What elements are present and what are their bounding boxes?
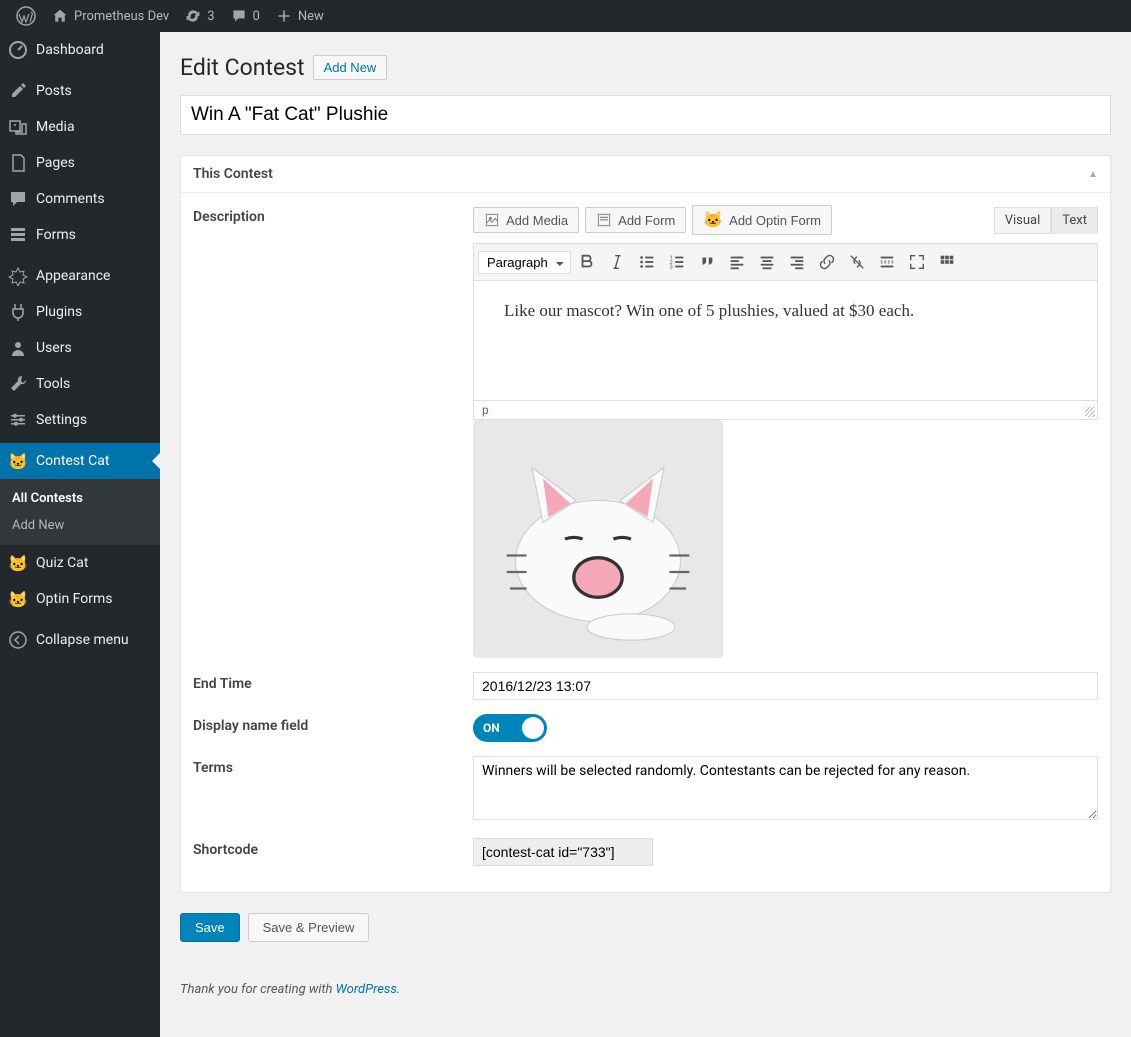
add-new-button[interactable]: Add New (313, 55, 388, 80)
panel-heading-text: This Contest (193, 166, 273, 182)
terms-label: Terms (193, 756, 453, 776)
new-label: New (298, 9, 324, 24)
sidebar-item-quiz-cat[interactable]: 🐱 Quiz Cat (0, 545, 160, 581)
label: Pages (36, 155, 75, 171)
save-preview-button[interactable]: Save & Preview (248, 913, 370, 942)
label: Settings (36, 412, 87, 428)
italic-button[interactable] (603, 248, 631, 276)
sidebar-item-contest-cat[interactable]: 🐱 Contest Cat (0, 443, 160, 479)
sidebar-item-tools[interactable]: Tools (0, 366, 160, 402)
editor-status-path: p (473, 401, 1098, 420)
label: Plugins (36, 304, 82, 320)
unlink-button[interactable] (843, 248, 871, 276)
text-tab[interactable]: Text (1051, 207, 1098, 234)
page-title: Edit Contest (180, 54, 305, 81)
comments-link[interactable]: 0 (223, 8, 268, 24)
main-content: Edit Contest Add New This Contest ▲ Desc… (160, 32, 1131, 1037)
sidebar-item-comments[interactable]: Comments (0, 181, 160, 217)
toggle-label: ON (483, 721, 500, 735)
display-name-toggle[interactable]: ON (473, 714, 547, 742)
wordpress-logo-icon[interactable] (8, 6, 44, 26)
site-name: Prometheus Dev (74, 9, 169, 24)
label: Appearance (36, 268, 110, 284)
submenu: All Contests Add New (0, 479, 160, 545)
shortcode-label: Shortcode (193, 838, 453, 858)
updates-link[interactable]: 3 (177, 8, 222, 24)
label: Media (36, 119, 75, 135)
panel-heading[interactable]: This Contest ▲ (181, 156, 1110, 193)
terms-textarea[interactable]: Winners will be selected randomly. Conte… (473, 756, 1098, 820)
collapse-menu[interactable]: Collapse menu (0, 622, 160, 658)
align-center-button[interactable] (753, 248, 781, 276)
label: Posts (36, 83, 72, 99)
label: Forms (36, 227, 76, 243)
cat-icon: 🐱 (703, 210, 723, 230)
sidebar-item-forms[interactable]: Forms (0, 217, 160, 253)
wordpress-link[interactable]: WordPress (336, 982, 397, 997)
add-media-button[interactable]: Add Media (473, 207, 579, 233)
label: Collapse menu (36, 632, 129, 648)
sidebar-item-posts[interactable]: Posts (0, 73, 160, 109)
sidebar-item-media[interactable]: Media (0, 109, 160, 145)
toggle-knob (522, 717, 544, 739)
editor-toolbar: Paragraph 123 (473, 243, 1098, 281)
description-label: Description (193, 205, 453, 225)
submenu-all-contests[interactable]: All Contests (0, 485, 160, 512)
save-button[interactable]: Save (180, 913, 240, 942)
footer: Thank you for creating with WordPress. (180, 982, 1111, 997)
end-time-input[interactable] (473, 672, 1098, 700)
add-optin-form-button[interactable]: 🐱Add Optin Form (692, 205, 832, 235)
blockquote-button[interactable] (693, 248, 721, 276)
editor-content[interactable]: Like our mascot? Win one of 5 plushies, … (473, 281, 1098, 401)
cat-icon: 🐱 (8, 589, 28, 609)
svg-text:3: 3 (670, 264, 673, 270)
label: Tools (36, 376, 70, 392)
label: Quiz Cat (36, 555, 88, 571)
sidebar-item-appearance[interactable]: Appearance (0, 258, 160, 294)
toolbar-toggle-button[interactable] (933, 248, 961, 276)
sidebar-item-optin-forms[interactable]: 🐱 Optin Forms (0, 581, 160, 617)
site-link[interactable]: Prometheus Dev (44, 8, 177, 24)
bullet-list-button[interactable] (633, 248, 661, 276)
collapse-caret-icon: ▲ (1088, 169, 1098, 180)
new-link[interactable]: New (268, 8, 332, 24)
format-select[interactable]: Paragraph (478, 251, 571, 274)
sidebar-item-dashboard[interactable]: Dashboard (0, 32, 160, 68)
end-time-label: End Time (193, 672, 453, 692)
admin-sidebar: Dashboard Posts Media Pages Comments For… (0, 32, 160, 1037)
sidebar-item-users[interactable]: Users (0, 330, 160, 366)
label: Contest Cat (36, 453, 109, 469)
label: Comments (36, 191, 105, 207)
cat-icon: 🐱 (8, 553, 28, 573)
sidebar-item-plugins[interactable]: Plugins (0, 294, 160, 330)
submenu-add-new[interactable]: Add New (0, 512, 160, 539)
sidebar-item-settings[interactable]: Settings (0, 402, 160, 438)
footer-text: Thank you for creating with (180, 982, 336, 997)
numbered-list-button[interactable]: 123 (663, 248, 691, 276)
align-right-button[interactable] (783, 248, 811, 276)
add-form-button[interactable]: Add Form (585, 207, 686, 233)
admin-topbar: Prometheus Dev 3 0 New (0, 0, 1131, 32)
fullscreen-button[interactable] (903, 248, 931, 276)
more-button[interactable] (873, 248, 901, 276)
contest-panel: This Contest ▲ Description Add Media Add… (180, 155, 1111, 893)
align-left-button[interactable] (723, 248, 751, 276)
display-name-label: Display name field (193, 714, 453, 734)
label: Users (36, 340, 72, 356)
comments-count: 0 (253, 9, 260, 24)
bold-button[interactable] (573, 248, 601, 276)
shortcode-input[interactable] (473, 838, 653, 866)
contest-title-input[interactable] (180, 95, 1111, 135)
label: Optin Forms (36, 591, 113, 607)
visual-tab[interactable]: Visual (994, 207, 1052, 234)
contest-image[interactable] (473, 420, 723, 658)
updates-count: 3 (207, 9, 214, 24)
cat-icon: 🐱 (8, 451, 28, 471)
link-button[interactable] (813, 248, 841, 276)
sidebar-item-pages[interactable]: Pages (0, 145, 160, 181)
label: Dashboard (36, 42, 104, 58)
